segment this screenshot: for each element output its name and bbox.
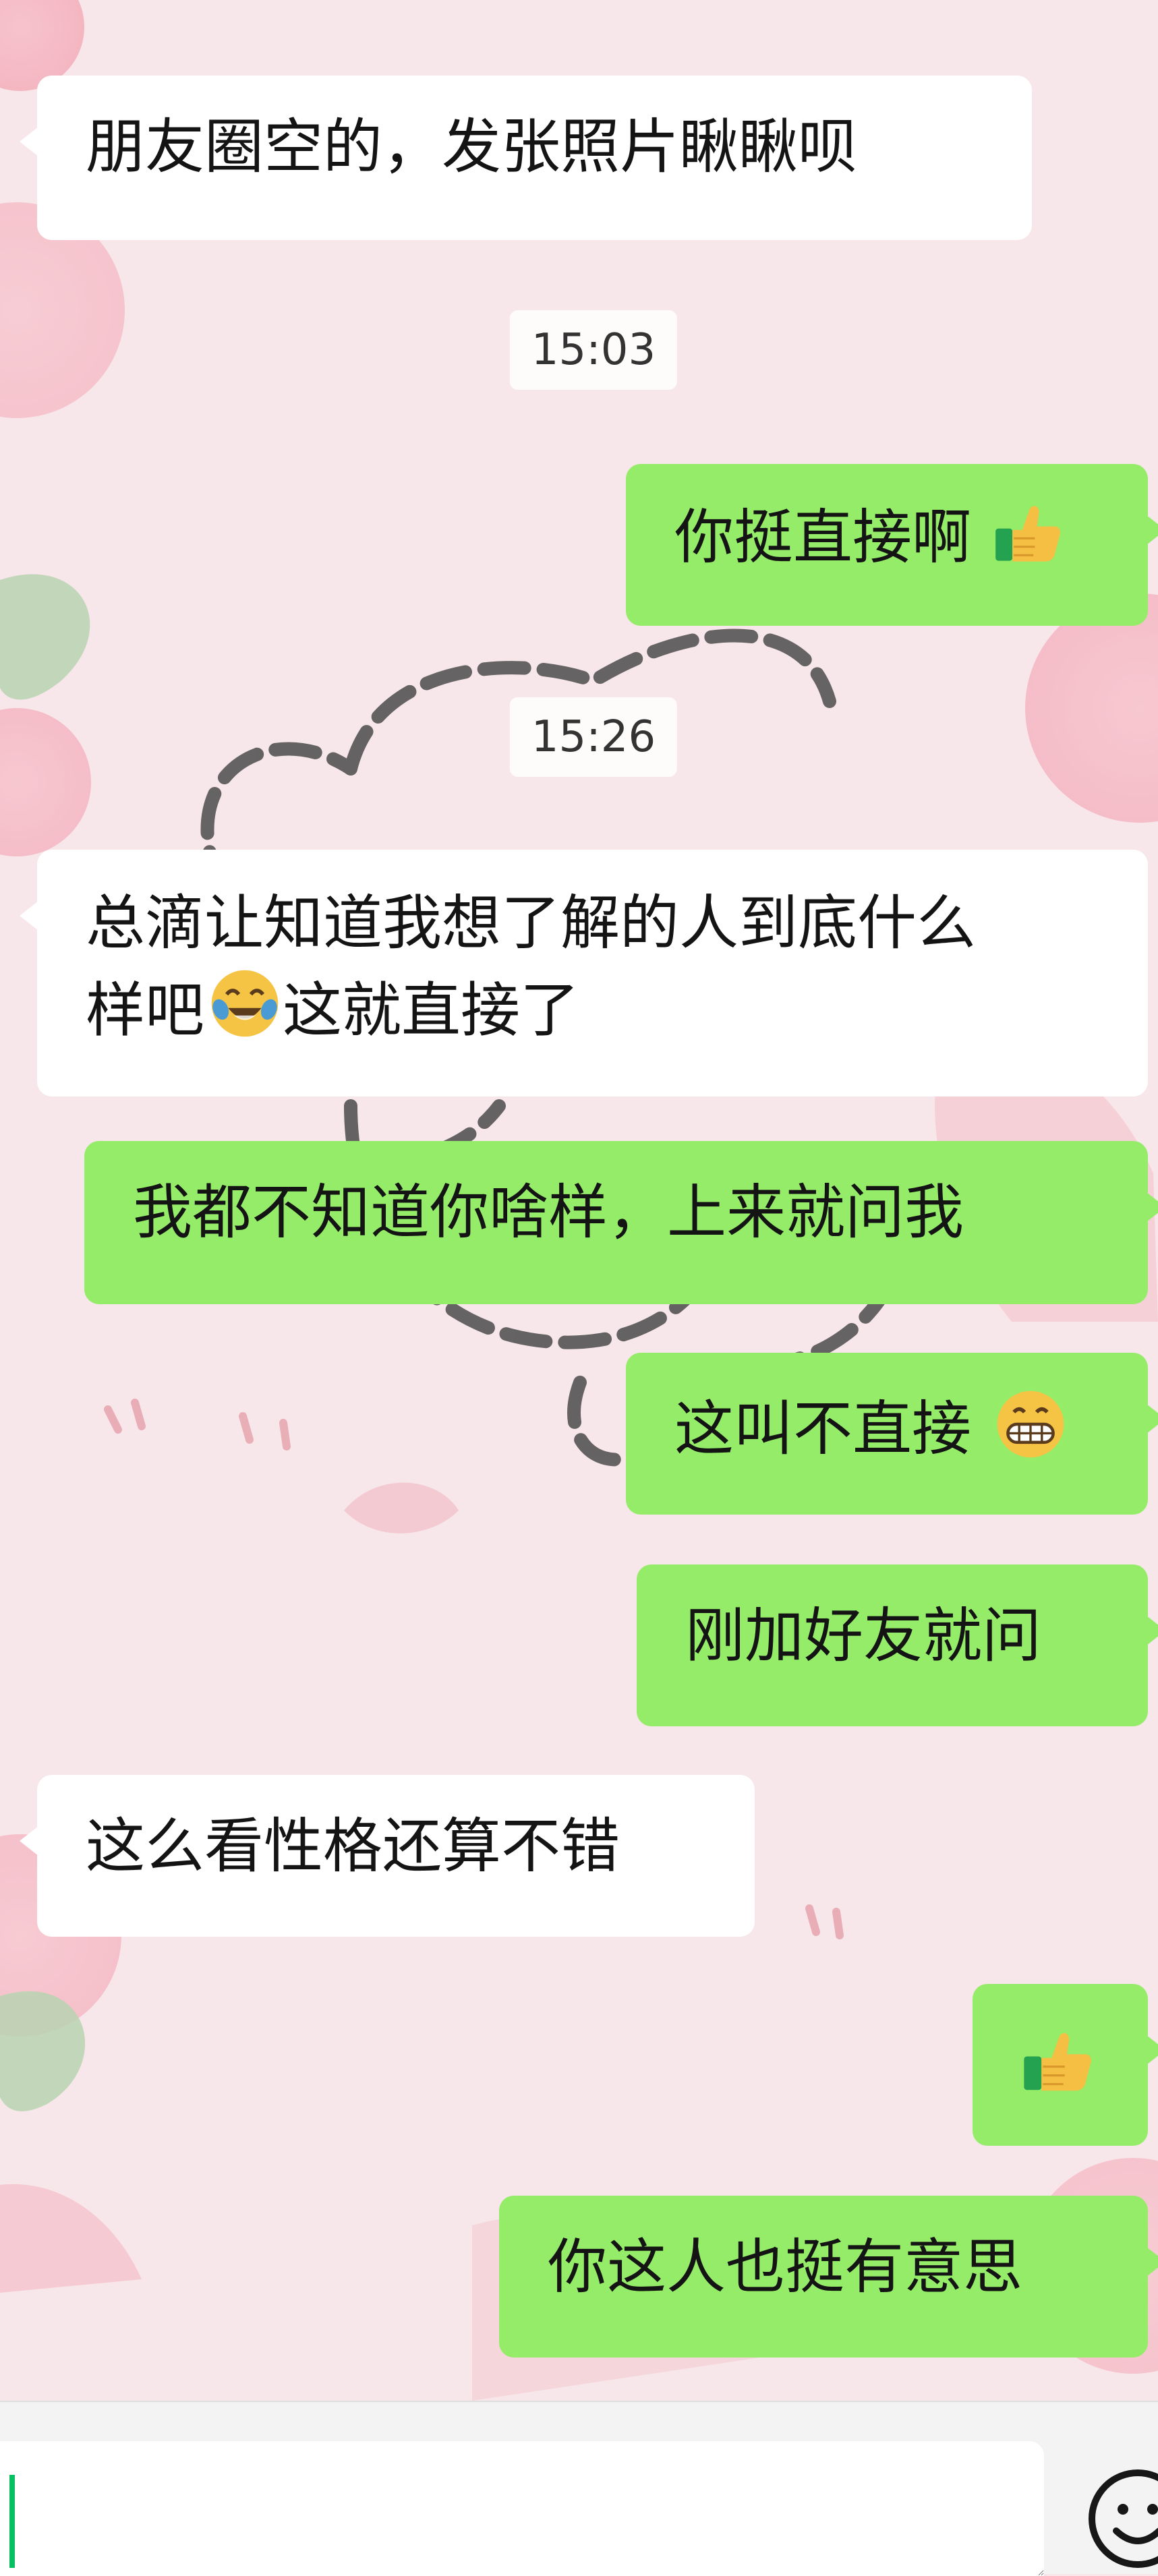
message-text: 我都不知道你啥样，上来就问我 <box>133 1177 964 1247</box>
message-text: 你挺直接啊 <box>674 502 972 572</box>
outgoing-message[interactable]: 你挺直接啊 <box>626 464 1158 626</box>
message-text: 这么看性格还算不错 <box>86 1811 620 1881</box>
timestamp: 15:26 <box>509 697 678 777</box>
message-text: 你这人也挺有意思 <box>548 2232 1023 2302</box>
message-text: 朋友圈空的，发张照片瞅瞅呗 <box>86 112 858 181</box>
outgoing-message[interactable]: 你这人也挺有意思 <box>499 2196 1158 2358</box>
chat-background: 朋友圈空的，发张照片瞅瞅呗 15:03 你挺直接啊 15:26 总滴让知道我想了… <box>0 0 1158 2401</box>
message-text: 刚加好友就问 <box>685 1601 1042 1670</box>
outgoing-message[interactable] <box>973 1984 1158 2146</box>
incoming-message[interactable]: 总滴让知道我想了解的人到底什么 样吧 这就直接了 <box>20 850 1148 1096</box>
thumbs-up-icon <box>1021 2024 1094 2115</box>
message-text: 这叫不直接 <box>674 1393 972 1463</box>
smiley-icon <box>1089 2469 1158 2568</box>
message-text: 样吧 <box>86 975 205 1045</box>
message-line: 总滴让知道我想了解的人到底什么 <box>86 888 977 958</box>
message-text: 这就直接了 <box>283 975 580 1045</box>
thumbs-up-icon <box>993 498 1063 585</box>
incoming-message[interactable]: 这么看性格还算不错 <box>20 1775 755 1937</box>
message-input[interactable] <box>0 2441 1044 2576</box>
laughing-crying-emoji-icon <box>207 966 283 1063</box>
outgoing-message[interactable]: 刚加好友就问 <box>637 1564 1158 1726</box>
message-composer <box>0 2401 1158 2576</box>
timestamp: 15:03 <box>509 310 678 390</box>
text-cursor <box>9 2475 15 2568</box>
message-line: 样吧 这就直接了 <box>86 966 1099 1063</box>
emoji-button[interactable] <box>1087 2468 1158 2569</box>
grinning-emoji-icon <box>993 1386 1068 1480</box>
incoming-message[interactable]: 朋友圈空的，发张照片瞅瞅呗 <box>20 76 1032 240</box>
outgoing-message[interactable]: 我都不知道你啥样，上来就问我 <box>84 1141 1158 1304</box>
outgoing-message[interactable]: 这叫不直接 <box>626 1353 1158 1515</box>
